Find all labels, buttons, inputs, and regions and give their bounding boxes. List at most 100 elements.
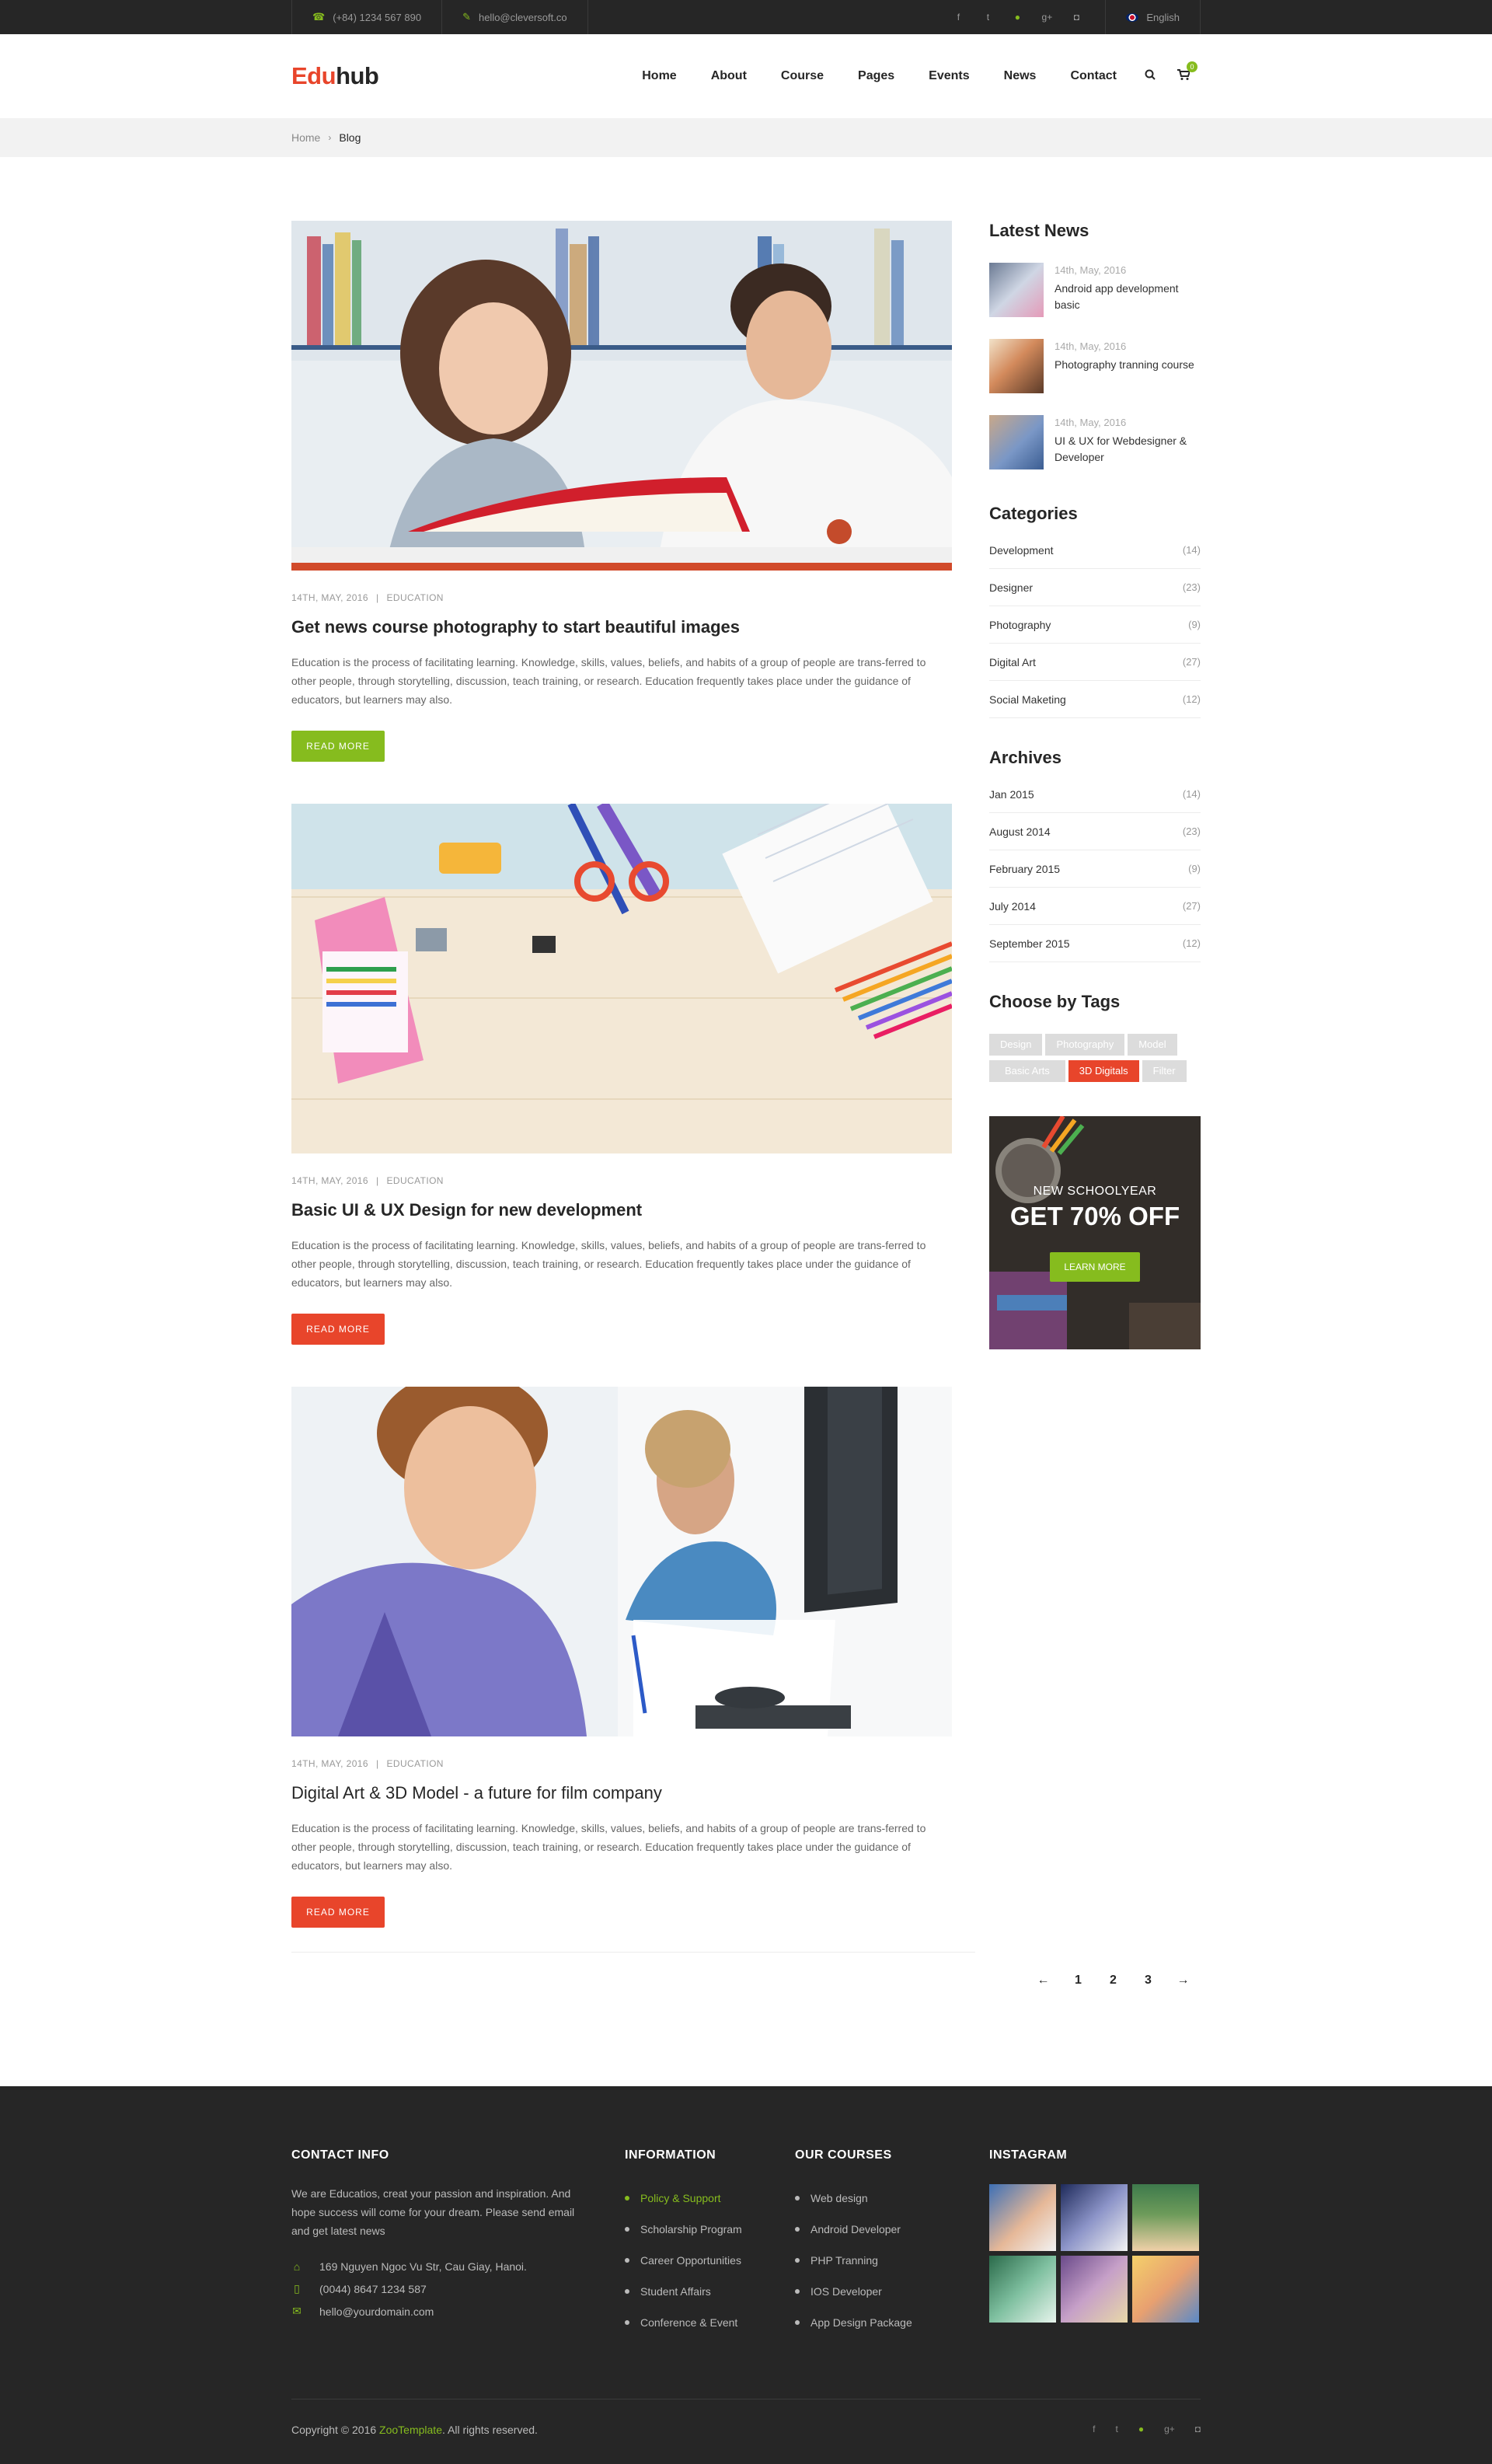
tag-design[interactable]: Design: [989, 1034, 1043, 1056]
footer-link[interactable]: Student Affairs: [625, 2276, 742, 2307]
sidebar: Latest News 14th, May, 2016 Android app …: [989, 221, 1201, 1349]
latest-news-item[interactable]: 14th, May, 2016 UI & UX for Webdesigner …: [989, 415, 1201, 469]
news-title[interactable]: Android app development basic: [1055, 281, 1201, 313]
google-plus-icon[interactable]: g+: [1041, 12, 1053, 23]
twitter-icon[interactable]: t: [982, 12, 993, 23]
tag-basic-arts[interactable]: Basic Arts: [989, 1060, 1065, 1082]
category-item[interactable]: Photography (9): [989, 606, 1201, 644]
instagram-icon[interactable]: ◘: [1195, 2424, 1201, 2434]
archives-heading: Archives: [989, 748, 1061, 767]
latest-news-item[interactable]: 14th, May, 2016 Android app development …: [989, 263, 1201, 317]
footer-link-label: Career Opportunities: [640, 2254, 741, 2267]
instagram-photo[interactable]: [989, 2184, 1056, 2251]
footer-address: ⌂ 169 Nguyen Ngoc Vu Str, Cau Giay, Hanoi…: [291, 2260, 579, 2273]
news-thumbnail[interactable]: [989, 415, 1044, 469]
twitter-icon[interactable]: t: [1115, 2424, 1117, 2434]
footer-link[interactable]: Policy & Support: [625, 2183, 742, 2214]
dribbble-icon[interactable]: ●: [1012, 12, 1023, 23]
footer-link[interactable]: IOS Developer: [795, 2276, 912, 2307]
footer-link-label: Conference & Event: [640, 2316, 738, 2329]
nav-about[interactable]: About: [694, 69, 764, 83]
topbar-email[interactable]: ✎ hello@cleversoft.co: [441, 0, 588, 34]
nav-news[interactable]: News: [987, 69, 1054, 83]
read-more-button[interactable]: READ MORE: [291, 731, 385, 762]
cart-icon[interactable]: 0: [1166, 61, 1201, 84]
news-title[interactable]: UI & UX for Webdesigner & Developer: [1055, 433, 1201, 466]
instagram-photo[interactable]: [1061, 2184, 1128, 2251]
archive-item[interactable]: August 2014 (23): [989, 813, 1201, 850]
footer-link[interactable]: Web design: [795, 2183, 912, 2214]
footer-link[interactable]: App Design Package: [795, 2307, 912, 2338]
topbar-phone[interactable]: ☎ (+84) 1234 567 890: [291, 0, 441, 34]
news-date: 14th, May, 2016: [1055, 417, 1127, 428]
footer-contact-text: We are Educatios, creat your passion and…: [291, 2187, 575, 2237]
prev-page-arrow[interactable]: ←: [1026, 1974, 1061, 1988]
nav-contact[interactable]: Contact: [1053, 69, 1134, 83]
next-page-arrow[interactable]: →: [1166, 1974, 1201, 1988]
footer-link[interactable]: Android Developer: [795, 2214, 912, 2245]
archive-name: September 2015: [989, 937, 1070, 950]
archive-item[interactable]: September 2015 (12): [989, 925, 1201, 962]
site-logo[interactable]: Eduhub: [291, 62, 379, 90]
category-item[interactable]: Development (14): [989, 532, 1201, 569]
google-plus-icon[interactable]: g+: [1164, 2424, 1175, 2434]
footer-link[interactable]: Career Opportunities: [625, 2245, 742, 2276]
tag-filter[interactable]: Filter: [1142, 1060, 1187, 1082]
post-category[interactable]: EDUCATION: [386, 1175, 443, 1186]
phone-icon: ▯: [294, 2282, 300, 2295]
facebook-icon[interactable]: f: [1093, 2424, 1095, 2434]
search-icon[interactable]: [1134, 69, 1166, 84]
breadcrumb-home[interactable]: Home: [291, 131, 320, 144]
cart-count-badge: 0: [1187, 61, 1197, 72]
post-category[interactable]: EDUCATION: [386, 592, 443, 603]
promo-banner[interactable]: NEW SCHOOLYEAR GET 70% OFF LEARN MORE: [989, 1116, 1201, 1349]
post-excerpt: Education is the process of facilitating…: [291, 1822, 926, 1872]
instagram-photo[interactable]: [1132, 2256, 1199, 2323]
instagram-photo[interactable]: [1132, 2184, 1199, 2251]
nav-pages[interactable]: Pages: [841, 69, 912, 83]
footer-phone[interactable]: ▯ (0044) 8647 1234 587: [291, 2282, 579, 2295]
post-image[interactable]: [291, 221, 952, 571]
archive-item[interactable]: Jan 2015 (14): [989, 776, 1201, 813]
post-title[interactable]: Basic UI & UX Design for new development: [291, 1200, 952, 1220]
tag-3d-digitals[interactable]: 3D Digitals: [1068, 1060, 1139, 1082]
page-3[interactable]: 3: [1131, 1974, 1166, 1988]
post-image[interactable]: [291, 804, 952, 1153]
tag-model[interactable]: Model: [1128, 1034, 1177, 1056]
post-category[interactable]: EDUCATION: [386, 1758, 443, 1769]
news-thumbnail[interactable]: [989, 263, 1044, 317]
mail-icon: ✉: [292, 2305, 302, 2317]
footer-link[interactable]: Scholarship Program: [625, 2214, 742, 2245]
instagram-photo[interactable]: [1061, 2256, 1128, 2323]
instagram-icon[interactable]: ◘: [1071, 12, 1082, 23]
language-selector[interactable]: English: [1105, 0, 1201, 34]
nav-events[interactable]: Events: [912, 69, 986, 83]
news-thumbnail[interactable]: [989, 339, 1044, 393]
archive-item[interactable]: February 2015 (9): [989, 850, 1201, 888]
dribbble-icon[interactable]: ●: [1138, 2424, 1144, 2434]
footer-email[interactable]: ✉ hello@yourdomain.com: [291, 2305, 579, 2318]
instagram-photo[interactable]: [989, 2256, 1056, 2323]
post-image[interactable]: [291, 1387, 952, 1736]
news-title[interactable]: Photography tranning course: [1055, 357, 1194, 373]
footer-link[interactable]: Conference & Event: [625, 2307, 742, 2338]
category-item[interactable]: Digital Art (27): [989, 644, 1201, 681]
copyright-brand-link[interactable]: ZooTemplate: [379, 2424, 442, 2436]
nav-home[interactable]: Home: [625, 69, 693, 83]
category-item[interactable]: Social Maketing (12): [989, 681, 1201, 718]
page-1[interactable]: 1: [1061, 1974, 1096, 1988]
category-item[interactable]: Designer (23): [989, 569, 1201, 606]
nav-course[interactable]: Course: [764, 69, 841, 83]
page-2[interactable]: 2: [1096, 1974, 1131, 1988]
post-title[interactable]: Digital Art & 3D Model - a future for fi…: [291, 1783, 952, 1803]
latest-news-item[interactable]: 14th, May, 2016 Photography tranning cou…: [989, 339, 1201, 393]
read-more-button[interactable]: READ MORE: [291, 1314, 385, 1345]
read-more-button[interactable]: READ MORE: [291, 1897, 385, 1928]
tag-photography[interactable]: Photography: [1045, 1034, 1125, 1056]
category-name: Digital Art: [989, 655, 1036, 668]
footer-link[interactable]: PHP Tranning: [795, 2245, 912, 2276]
post-title[interactable]: Get news course photography to start bea…: [291, 617, 952, 637]
facebook-icon[interactable]: f: [953, 12, 964, 23]
learn-more-button[interactable]: LEARN MORE: [1050, 1252, 1140, 1282]
archive-item[interactable]: July 2014 (27): [989, 888, 1201, 925]
